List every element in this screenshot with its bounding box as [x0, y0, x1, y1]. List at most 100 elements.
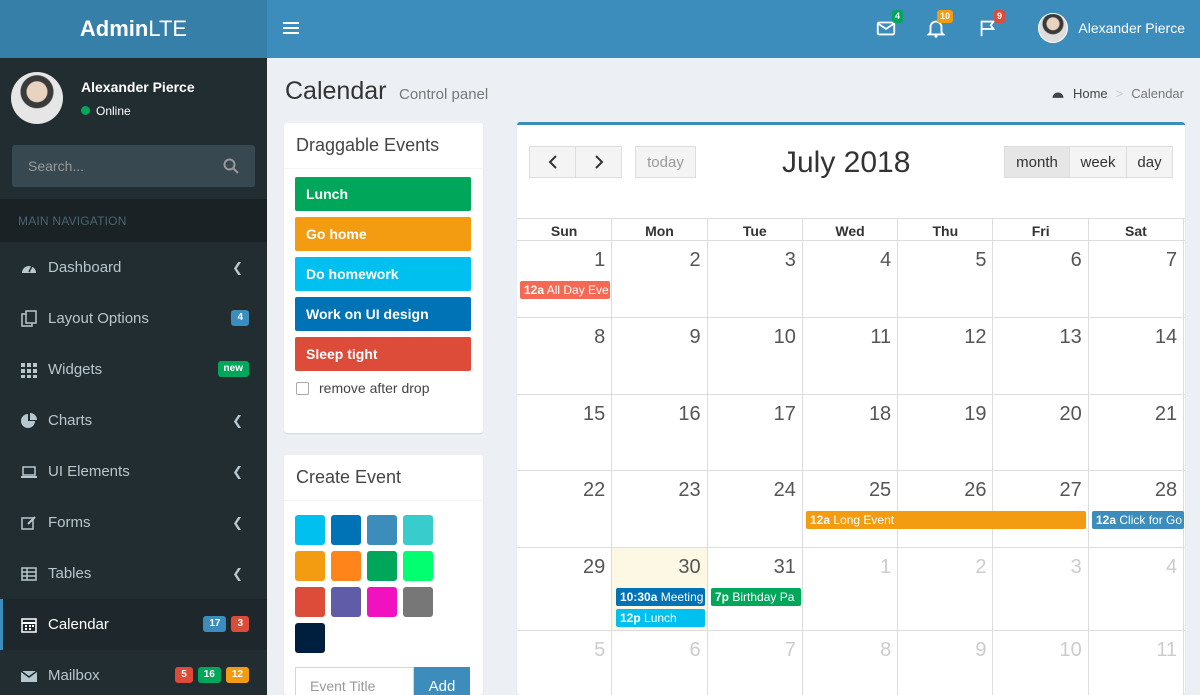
day-cell[interactable]: 15	[517, 395, 613, 470]
sidebar-item-calendar[interactable]: Calendar 17 3	[0, 599, 267, 650]
day-cell[interactable]: 2	[898, 548, 994, 630]
search-icon[interactable]	[223, 158, 239, 174]
external-event-go-home[interactable]: Go home	[295, 217, 471, 251]
chevron-left-icon: ❮	[232, 413, 243, 428]
day-cell[interactable]: 24	[708, 471, 803, 547]
event-title-input[interactable]: Event Title	[295, 667, 414, 695]
prev-month-button[interactable]	[529, 146, 576, 178]
draggable-events-title: Draggable Events	[284, 123, 483, 169]
day-cell[interactable]: 7	[708, 631, 803, 695]
remove-after-drop-checkbox[interactable]	[296, 381, 309, 395]
color-swatch-light-blue[interactable]	[367, 515, 397, 545]
day-cell[interactable]: 18	[803, 395, 899, 470]
remove-after-drop[interactable]: remove after drop	[296, 380, 471, 396]
user-menu[interactable]: Alexander Pierce	[1038, 13, 1185, 43]
sidebar-item-tables[interactable]: Tables ❮	[0, 548, 267, 599]
sidebar-item-charts[interactable]: Charts ❮	[0, 395, 267, 446]
day-cell[interactable]: 5	[898, 241, 994, 317]
day-cell[interactable]: 13	[993, 318, 1089, 394]
sidebar-item-forms[interactable]: Forms ❮	[0, 497, 267, 548]
day-cell[interactable]: 7	[1089, 241, 1185, 317]
color-swatch-green[interactable]	[367, 551, 397, 581]
calendar-week: 1 2 3 4 5 6 7 12a All Day Eve	[517, 241, 1185, 318]
day-cell[interactable]: 14	[1089, 318, 1185, 394]
day-cell[interactable]: 8	[803, 631, 899, 695]
breadcrumb-home[interactable]: Home	[1073, 86, 1108, 101]
today-button[interactable]: today	[635, 146, 696, 178]
event-meeting[interactable]: 10:30a Meeting	[616, 588, 705, 606]
color-swatch-lime[interactable]	[403, 551, 433, 581]
day-cell[interactable]: 1	[803, 548, 899, 630]
color-swatch-teal[interactable]	[403, 515, 433, 545]
sidebar-item-dashboard[interactable]: Dashboard ❮	[0, 242, 267, 293]
menu-toggle-icon[interactable]	[283, 19, 299, 39]
color-swatch-navy[interactable]	[295, 623, 325, 653]
sidebar-item-mailbox[interactable]: Mailbox 5 16 12	[0, 650, 267, 695]
next-month-button[interactable]	[575, 146, 622, 178]
add-event-button[interactable]: Add	[414, 667, 470, 695]
day-cell[interactable]: 5	[517, 631, 613, 695]
day-cell[interactable]: 11	[1089, 631, 1185, 695]
logo[interactable]: Admin LTE	[0, 0, 267, 58]
day-cell[interactable]: 23	[612, 471, 708, 547]
day-cell[interactable]: 17	[708, 395, 803, 470]
day-cell[interactable]: 2	[612, 241, 708, 317]
event-long[interactable]: 12a Long Event	[806, 511, 1086, 529]
external-event-lunch[interactable]: Lunch	[295, 177, 471, 211]
day-cell[interactable]: 29	[517, 548, 613, 630]
color-swatch-blue[interactable]	[331, 515, 361, 545]
day-cell[interactable]: 3	[708, 241, 803, 317]
color-swatch-yellow[interactable]	[295, 551, 325, 581]
day-cell[interactable]: 25	[803, 471, 899, 547]
day-cell[interactable]: 9	[898, 631, 994, 695]
sidebar-search-input[interactable]: Search...	[12, 145, 255, 187]
logo-light: LTE	[148, 16, 188, 41]
day-cell[interactable]: 9	[612, 318, 708, 394]
sidebar-item-widgets[interactable]: Widgets new	[0, 344, 267, 395]
messages-button[interactable]: 4	[875, 10, 903, 43]
day-cell[interactable]: 16	[612, 395, 708, 470]
day-cell[interactable]: 19	[898, 395, 994, 470]
day-cell[interactable]: 26	[898, 471, 994, 547]
view-week-button[interactable]: week	[1069, 146, 1127, 178]
calendar-icon	[21, 617, 37, 633]
dow-mon: Mon	[612, 219, 708, 240]
grid-icon	[21, 362, 37, 378]
day-cell[interactable]: 4	[803, 241, 899, 317]
sidebar-item-layout-options[interactable]: Layout Options 4	[0, 293, 267, 344]
external-event-work-on-ui[interactable]: Work on UI design	[295, 297, 471, 331]
day-cell[interactable]: 10	[708, 318, 803, 394]
color-swatch-purple[interactable]	[331, 587, 361, 617]
external-event-do-homework[interactable]: Do homework	[295, 257, 471, 291]
event-lunch[interactable]: 12p Lunch	[616, 609, 705, 627]
day-cell[interactable]: 12	[898, 318, 994, 394]
day-cell[interactable]: 6	[993, 241, 1089, 317]
notifications-button[interactable]: 10	[925, 10, 953, 43]
event-click-for-google[interactable]: 12a Click for Go	[1092, 511, 1184, 529]
color-swatch-fuchsia[interactable]	[367, 587, 397, 617]
color-swatch-red[interactable]	[295, 587, 325, 617]
color-swatch-aqua[interactable]	[295, 515, 325, 545]
day-cell[interactable]: 21	[1089, 395, 1185, 470]
view-day-button[interactable]: day	[1126, 146, 1173, 178]
color-swatch-orange[interactable]	[331, 551, 361, 581]
layout-badge: 4	[231, 310, 249, 326]
day-cell[interactable]: 10	[993, 631, 1089, 695]
day-cell[interactable]: 8	[517, 318, 613, 394]
external-event-sleep-tight[interactable]: Sleep tight	[295, 337, 471, 371]
event-all-day[interactable]: 12a All Day Eve	[520, 281, 610, 299]
day-cell[interactable]: 27	[993, 471, 1089, 547]
day-cell[interactable]: 11	[803, 318, 899, 394]
event-birthday[interactable]: 7p Birthday Pa	[711, 588, 801, 606]
tasks-button[interactable]: 9	[977, 10, 1005, 43]
view-month-button[interactable]: month	[1004, 146, 1070, 178]
day-cell[interactable]: 3	[993, 548, 1089, 630]
day-cell[interactable]: 6	[612, 631, 708, 695]
color-swatch-gray[interactable]	[403, 587, 433, 617]
day-cell[interactable]: 4	[1089, 548, 1185, 630]
day-cell[interactable]: 28	[1089, 471, 1185, 547]
day-cell[interactable]: 1	[517, 241, 613, 317]
day-cell[interactable]: 22	[517, 471, 613, 547]
day-cell[interactable]: 20	[993, 395, 1089, 470]
sidebar-item-ui-elements[interactable]: UI Elements ❮	[0, 446, 267, 497]
